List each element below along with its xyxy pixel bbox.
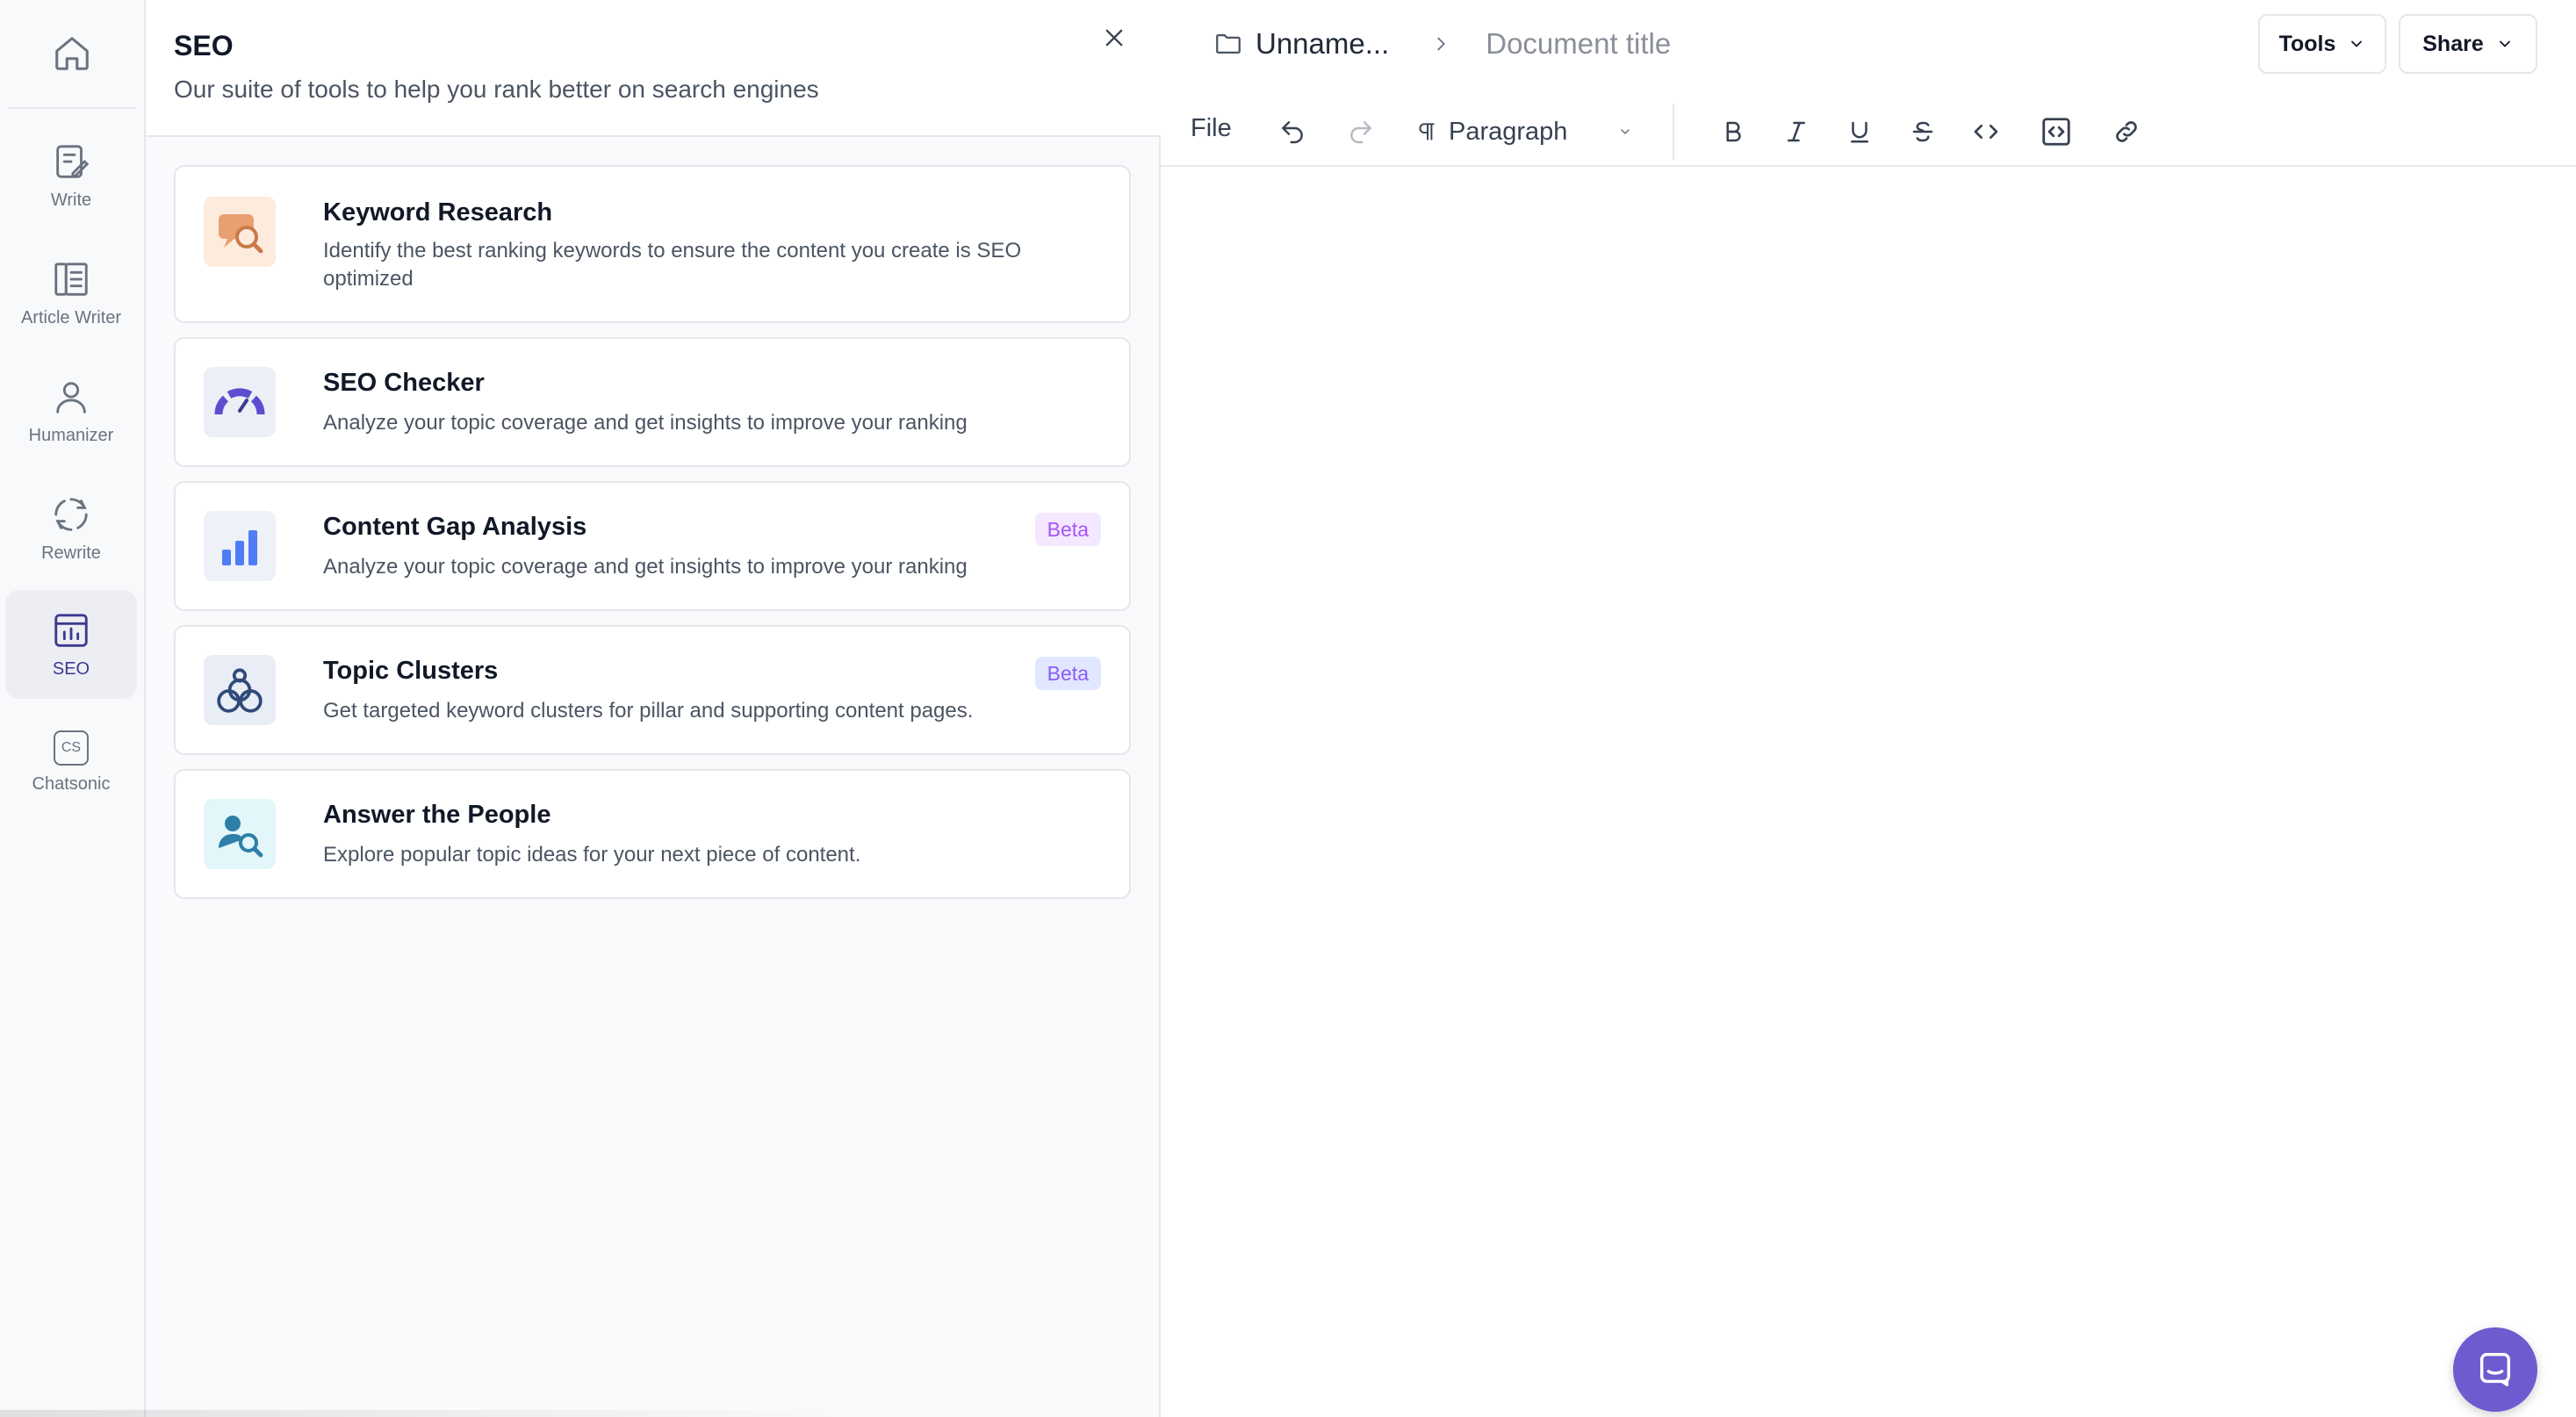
card-title: Keyword Research (323, 198, 553, 227)
tool-card-answer-the-people[interactable]: Answer the People Explore popular topic … (174, 769, 1131, 899)
tool-card-content-gap-analysis[interactable]: Content Gap Analysis Analyze your topic … (174, 481, 1131, 611)
rail-item-label: Article Writer (20, 307, 122, 327)
document-editor: Unname... Document title Tools Share Fil… (1161, 0, 2576, 1417)
rail-item-write[interactable]: Write (5, 121, 137, 230)
bottom-scroll-shadow (0, 1410, 878, 1417)
chat-icon (2479, 1353, 2511, 1386)
tool-card-keyword-research[interactable]: Keyword Research Identify the best ranki… (174, 165, 1131, 323)
seo-icon (54, 613, 88, 647)
keyword-research-icon (204, 197, 276, 267)
code-icon (1974, 125, 1998, 139)
bar-chart-icon (204, 511, 276, 581)
link-icon (2116, 121, 2137, 142)
card-description: Explore popular topic ideas for your nex… (323, 843, 861, 867)
editor-toolbar: File Paragraph (1161, 98, 2576, 167)
paragraph-style-select[interactable]: Paragraph (1415, 112, 1632, 151)
rail-item-rewrite[interactable]: Rewrite (5, 474, 137, 583)
left-rail: Write Article Writer Humanizer Rewrite S… (0, 0, 146, 1417)
seo-panel-header: SEO Our suite of tools to help you rank … (146, 0, 1161, 137)
rewrite-icon (54, 497, 88, 531)
chatsonic-icon: CS (54, 730, 89, 766)
chat-support-button[interactable] (2453, 1327, 2537, 1412)
chevron-down-icon (2499, 40, 2510, 47)
chevron-down-icon (2351, 40, 2363, 47)
rail-item-label: Write (50, 190, 92, 210)
rail-item-label: Humanizer (28, 425, 114, 445)
close-icon (1105, 29, 1123, 47)
inline-code-button[interactable] (1967, 112, 2005, 151)
panel-title: SEO (174, 30, 234, 61)
user-icon (56, 381, 86, 414)
article-icon (54, 262, 88, 296)
rail-item-label: SEO (52, 658, 90, 679)
strikethrough-button[interactable] (1903, 112, 1942, 151)
rail-item-seo[interactable]: SEO (5, 590, 137, 699)
beta-badge: Beta (1034, 513, 1101, 546)
strikethrough-icon (1912, 121, 1933, 142)
share-label: Share (2422, 31, 2484, 56)
italic-button[interactable] (1777, 112, 1816, 151)
rail-item-humanizer[interactable]: Humanizer (5, 356, 137, 465)
chevron-right-icon (1437, 37, 1446, 51)
card-description: Identify the best ranking keywords to en… (323, 239, 1022, 291)
underline-button[interactable] (1840, 112, 1879, 151)
clusters-icon (204, 655, 276, 725)
file-menu[interactable]: File (1191, 114, 1232, 143)
tools-button[interactable]: Tools (2258, 14, 2386, 74)
close-panel-button[interactable] (1096, 19, 1133, 56)
code-block-button[interactable] (2037, 112, 2076, 151)
panel-subtitle: Our suite of tools to help you rank bett… (174, 76, 819, 103)
folder-icon (1216, 33, 1241, 54)
rail-item-chatsonic[interactable]: CS Chatsonic (5, 708, 137, 816)
italic-icon (1788, 121, 1805, 142)
pilcrow-icon (1419, 123, 1435, 140)
home-icon (55, 37, 89, 70)
code-block-icon (2042, 118, 2070, 146)
chevron-down-icon (1621, 129, 1630, 135)
rail-item-article-writer[interactable]: Article Writer (5, 239, 137, 348)
card-title: SEO Checker (323, 369, 485, 397)
card-description: Get targeted keyword clusters for pillar… (323, 699, 974, 723)
undo-icon (1282, 121, 1303, 144)
people-search-icon (204, 799, 276, 869)
document-title-input[interactable]: Document title (1486, 27, 1671, 61)
paragraph-style-label: Paragraph (1449, 117, 1568, 146)
bold-icon (1726, 121, 1741, 142)
rail-item-label: Chatsonic (32, 773, 111, 794)
redo-button[interactable] (1342, 112, 1380, 151)
write-icon (56, 144, 90, 178)
bold-button[interactable] (1714, 112, 1752, 151)
tool-card-seo-checker[interactable]: SEO Checker Analyze your topic coverage … (174, 337, 1131, 467)
tool-card-topic-clusters[interactable]: Topic Clusters Get targeted keyword clus… (174, 625, 1131, 755)
card-description: Analyze your topic coverage and get insi… (323, 555, 968, 579)
share-button[interactable]: Share (2399, 14, 2537, 74)
redo-icon (1350, 121, 1371, 144)
beta-badge: Beta (1034, 657, 1101, 690)
home-button[interactable] (9, 0, 135, 109)
card-title: Topic Clusters (323, 657, 499, 685)
link-button[interactable] (2107, 112, 2146, 151)
breadcrumb: Unname... Document title (1213, 25, 1671, 63)
tools-label: Tools (2278, 31, 2336, 56)
underline-icon (1851, 121, 1868, 143)
breadcrumb-project[interactable]: Unname... (1256, 27, 1389, 61)
gauge-icon (204, 367, 276, 437)
card-description: Analyze your topic coverage and get insi… (323, 411, 968, 435)
seo-panel: SEO Our suite of tools to help you rank … (146, 0, 1161, 1417)
card-title: Answer the People (323, 801, 551, 829)
rail-item-label: Rewrite (41, 543, 101, 563)
undo-button[interactable] (1273, 112, 1312, 151)
card-title: Content Gap Analysis (323, 513, 587, 541)
toolbar-divider (1673, 104, 1674, 160)
